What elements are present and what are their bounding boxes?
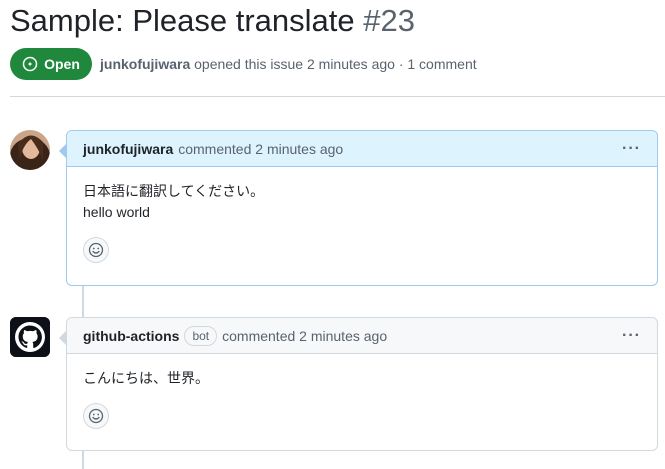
issue-meta-text: opened this issue 2 minutes ago · 1 comm… [194,56,477,72]
comment-timestamp[interactable]: commented 2 minutes ago [178,141,343,157]
comment-header: github-actions bot commented 2 minutes a… [67,318,657,354]
comment-timestamp[interactable]: commented 2 minutes ago [222,328,387,344]
comment-body-line: hello world [83,204,150,220]
add-reaction-button[interactable] [83,403,109,429]
comment-body-line: 日本語に翻訳してください。 [83,183,265,199]
bot-label: bot [184,325,218,346]
issue-title: Sample: Please translate #23 [10,2,415,40]
smiley-icon [88,408,104,424]
timeline-line [82,285,84,317]
comment-pointer [59,330,67,346]
issue-open-icon [22,56,38,72]
avatar-github-actions[interactable] [10,317,50,357]
comment-body-line: こんにちは、世界。 [83,370,209,386]
comment-2: github-actions bot commented 2 minutes a… [59,317,658,451]
header-divider [10,96,665,97]
comment-author-link[interactable]: junkofujiwara [83,141,173,157]
comment-options-button[interactable]: ··· [622,327,641,345]
comment-1: junkofujiwara commented 2 minutes ago ··… [59,130,658,286]
comment-options-button[interactable]: ··· [622,140,641,158]
timeline-line [82,449,84,469]
issue-number: #23 [363,3,415,38]
issue-meta: junkofujiwara opened this issue 2 minute… [100,56,477,72]
issue-title-text: Sample: Please translate [10,3,355,38]
comment-pointer [59,143,67,159]
add-reaction-button[interactable] [83,237,109,263]
issue-state-label: Open [44,56,80,72]
comment-header: junkofujiwara commented 2 minutes ago ··… [67,131,657,167]
comment-author-link[interactable]: github-actions [83,328,179,344]
comment-body: 日本語に翻訳してください。 hello world [67,167,657,263]
github-logo-icon [10,317,50,357]
smiley-icon [88,242,104,258]
issue-state-badge: Open [10,48,92,80]
issue-author-link[interactable]: junkofujiwara [100,56,190,72]
avatar-junkofujiwara[interactable] [10,130,50,170]
comment-body: こんにちは、世界。 [67,354,657,429]
